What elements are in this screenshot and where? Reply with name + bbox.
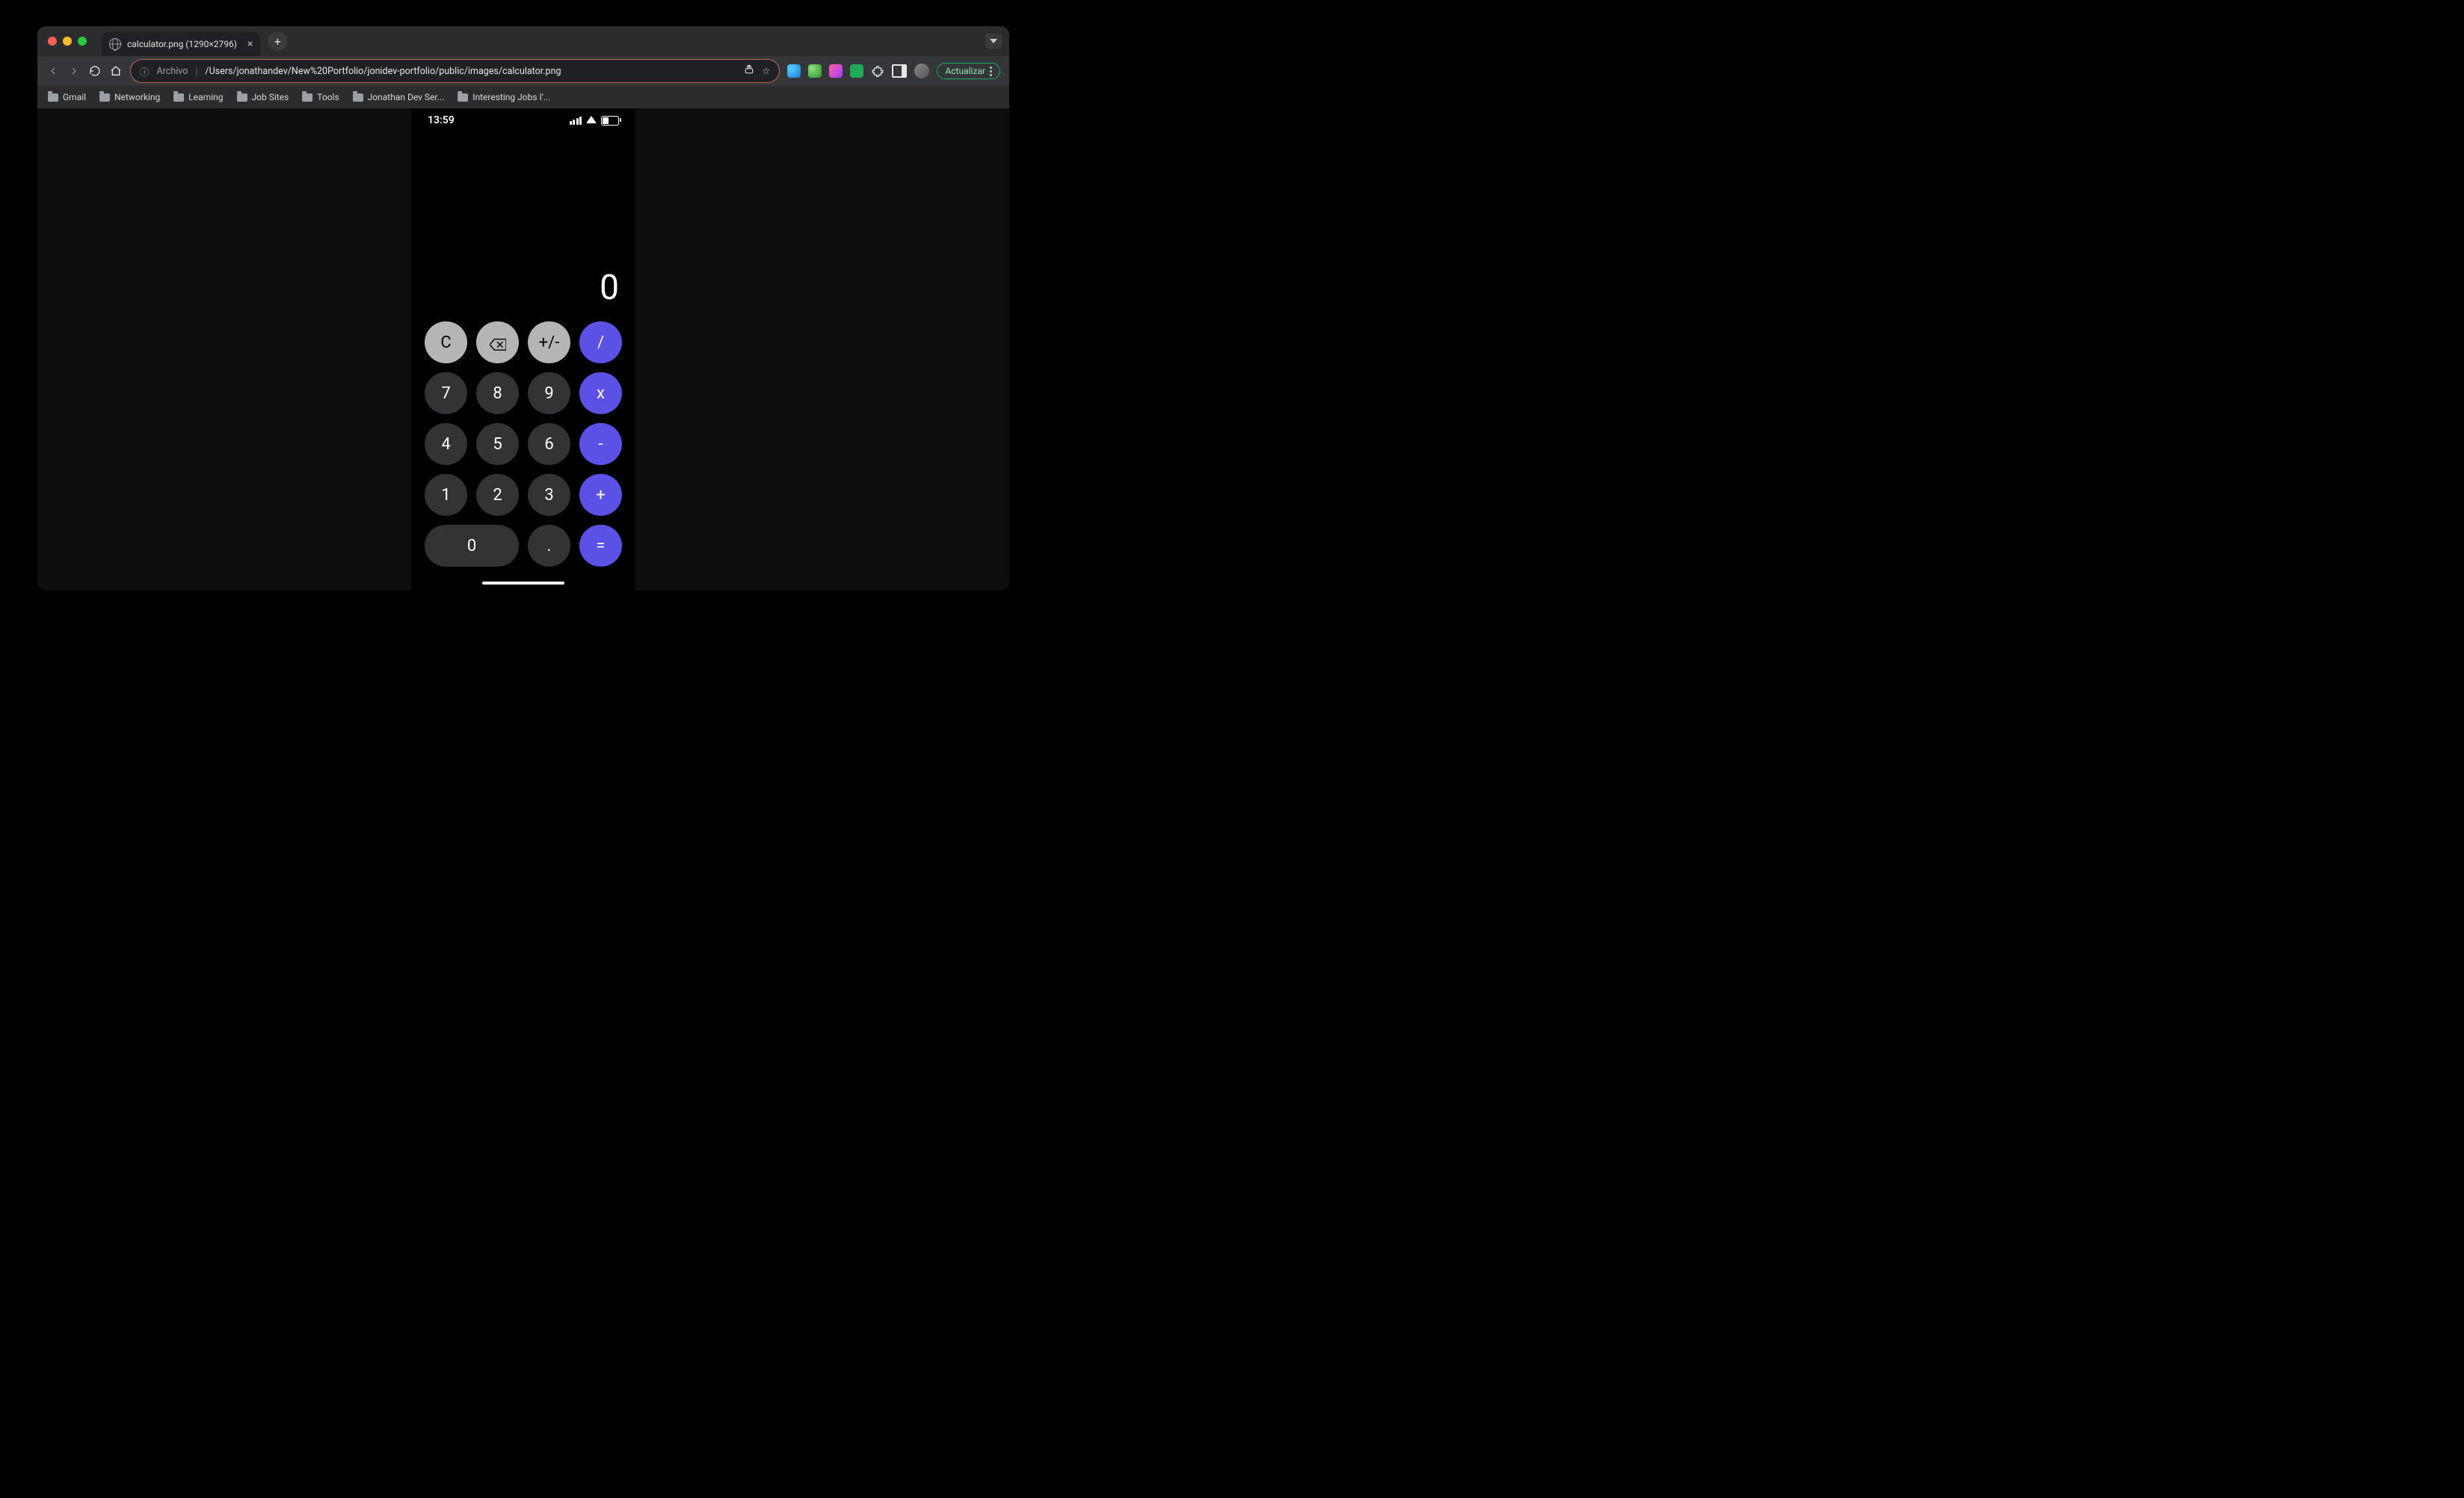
home-button[interactable] [109,64,123,78]
bookmark-item[interactable]: Job Sites [237,92,289,102]
bookmark-item[interactable]: Gmail [48,92,86,102]
bookmark-star-icon[interactable]: ☆ [762,65,770,77]
key-0[interactable]: 0 [425,525,519,567]
key-8[interactable]: 8 [476,372,519,414]
reload-button[interactable] [88,64,102,78]
extensions-button[interactable] [871,64,884,78]
folder-icon [48,93,58,102]
bookmark-item[interactable]: Networking [99,92,160,102]
key-3[interactable]: 3 [528,474,570,516]
key-1[interactable]: 1 [425,474,467,516]
key-multiply[interactable]: x [579,372,622,414]
key-equals[interactable]: = [579,525,622,567]
new-tab-button[interactable]: + [268,31,287,51]
key-decimal[interactable]: . [528,525,570,567]
phone-frame: 13:59 0 C [411,108,635,591]
key-plus-minus[interactable]: +/- [528,321,570,363]
key-9[interactable]: 9 [528,372,570,414]
update-button[interactable]: Actualizar [937,63,1000,79]
info-icon: ⓘ [140,64,150,78]
calculator-display: 0 [428,268,619,308]
fullscreen-window-button[interactable] [78,37,87,46]
globe-icon [109,38,121,50]
status-icons [570,116,620,126]
browser-window: calculator.png (1290×2796) × + ⓘ Archivo… [37,26,1009,591]
key-5[interactable]: 5 [476,423,519,465]
calculator-keypad: C +/- / 7 8 9 x 4 5 6 - [411,321,635,577]
battery-icon [601,116,619,126]
bookmarks-bar: Gmail Networking Learning Job Sites Tool… [37,86,1009,109]
folder-icon [237,93,247,102]
key-7[interactable]: 7 [425,372,467,414]
window-controls [37,37,87,46]
back-button[interactable] [46,64,60,78]
folder-icon [353,93,363,102]
status-time: 13:59 [428,114,455,126]
phone-status-bar: 13:59 [411,108,635,132]
close-window-button[interactable] [48,37,57,46]
key-2[interactable]: 2 [476,474,519,516]
key-minus[interactable]: - [579,423,622,465]
key-6[interactable]: 6 [528,423,570,465]
address-bar[interactable]: ⓘ Archivo | /Users/jonathandev/New%20Por… [130,59,780,83]
tab-overflow-button[interactable] [985,34,1002,49]
extension-icon[interactable] [808,64,822,78]
folder-icon [173,93,184,102]
wifi-icon [586,116,597,123]
side-panel-toggle[interactable] [892,64,907,78]
kebab-icon [990,67,992,76]
url-scheme-label: Archivo [157,66,188,77]
update-button-label: Actualizar [945,66,985,76]
home-indicator[interactable] [482,582,564,585]
key-plus[interactable]: + [579,474,622,516]
folder-icon [458,93,468,102]
browser-toolbar: ⓘ Archivo | /Users/jonathandev/New%20Por… [37,56,1009,86]
bookmark-item[interactable]: Learning [173,92,223,102]
tab-title: calculator.png (1290×2796) [127,39,237,49]
chevron-down-icon [990,39,997,43]
extensions-row: Actualizar [787,63,1000,79]
share-icon[interactable] [744,64,754,78]
bookmark-item[interactable]: Interesting Jobs I'... [458,92,550,102]
page-content: 13:59 0 C [37,108,1009,591]
extension-icon[interactable] [787,64,801,78]
extension-icon[interactable] [829,64,843,78]
bookmark-item[interactable]: Tools [302,92,339,102]
backspace-icon [490,336,506,348]
url-text: /Users/jonathandev/New%20Portfolio/jonid… [205,66,736,77]
profile-avatar[interactable] [914,64,929,78]
close-tab-button[interactable]: × [247,38,253,50]
folder-icon [99,93,110,102]
minimize-window-button[interactable] [63,37,72,46]
key-backspace[interactable] [476,321,519,363]
forward-button[interactable] [67,64,81,78]
window-titlebar: calculator.png (1290×2796) × + [37,26,1009,56]
folder-icon [302,93,312,102]
browser-tab[interactable]: calculator.png (1290×2796) × [102,32,260,56]
cellular-icon [570,117,582,125]
key-divide[interactable]: / [579,321,622,363]
bookmark-item[interactable]: Jonathan Dev Ser... [353,92,445,102]
key-clear[interactable]: C [425,321,467,363]
calculator-display-area: 0 [411,132,635,321]
extension-icon[interactable] [850,64,863,78]
key-4[interactable]: 4 [425,423,467,465]
